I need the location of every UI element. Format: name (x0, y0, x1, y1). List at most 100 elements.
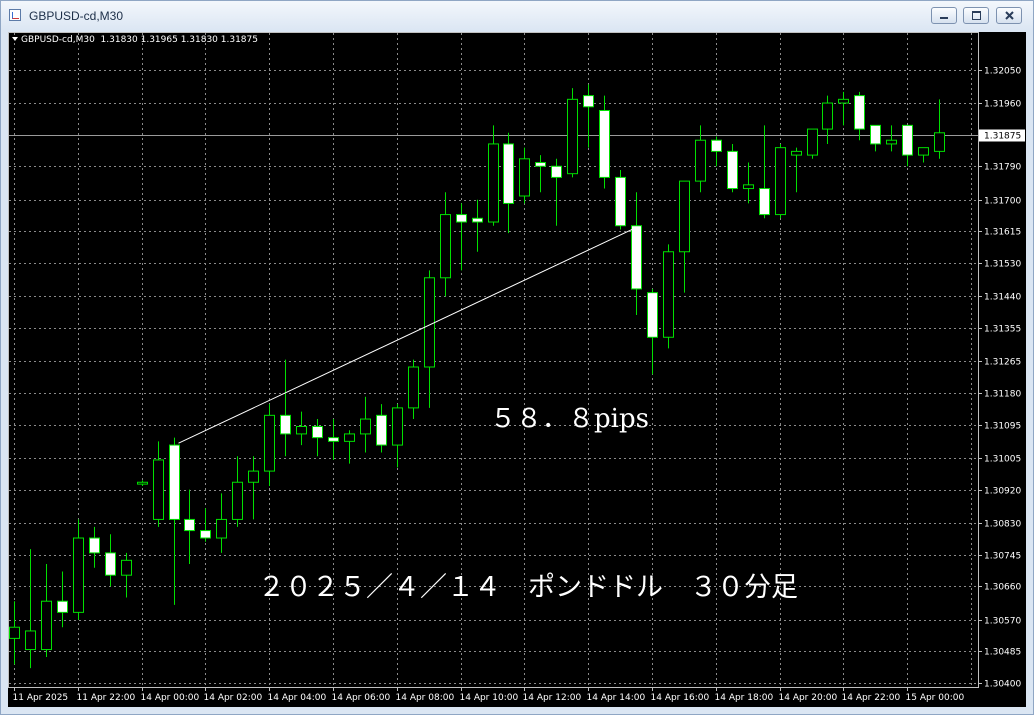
y-tick-label: 1.31700 (984, 197, 1021, 207)
bull-candle (408, 366, 419, 409)
y-tick-label: 1.31960 (984, 100, 1021, 110)
price-chart[interactable]: 1.32050 1.31960 1.31875 1.31790 1.31700 1.316… (8, 32, 1026, 707)
dropdown-triangle-icon[interactable] (12, 37, 18, 41)
bull-candle (41, 600, 52, 651)
bull-candle (663, 251, 674, 338)
bear-candle (456, 214, 467, 223)
bull-candle (807, 128, 818, 156)
y-tick-label: 1.30745 (984, 552, 1021, 562)
y-tick-label: 1.30660 (984, 583, 1021, 593)
bull-candle (216, 518, 227, 539)
x-tick-label: 14 Apr 18:00 (715, 693, 774, 703)
chart-window-icon (9, 9, 21, 21)
symbol-label: GBPUSD-cd,M30 (21, 35, 95, 45)
x-tick-label: 14 Apr 16:00 (651, 693, 710, 703)
bear-candle (647, 292, 658, 338)
mt4-chart-window: GBPUSD-cd,M30 1.32050 1.31960 1.31875 1.317… (0, 0, 1034, 715)
bear-candle (583, 95, 594, 108)
bull-candle (679, 180, 690, 253)
bear-candle (599, 109, 610, 178)
pips-annotation[interactable]: ５８．８pips (490, 398, 649, 435)
window-title: GBPUSD-cd,M30 (29, 9, 124, 23)
symbol-ohlc-header[interactable]: GBPUSD-cd,M30 1.31830 1.31965 1.31830 1.… (12, 35, 258, 45)
y-tick-label: 1.30485 (984, 648, 1021, 658)
bear-candle (870, 124, 881, 145)
current-price-label: 1.31875 (984, 132, 1021, 142)
bull-candle (392, 407, 403, 446)
y-tick-label: 1.32050 (984, 67, 1021, 77)
y-tick-label: 1.31265 (984, 358, 1021, 368)
x-tick-label: 14 Apr 22:00 (842, 693, 901, 703)
bull-candle (232, 481, 243, 520)
bear-candle (312, 425, 323, 439)
bull-candle (886, 139, 897, 145)
bear-candle (535, 162, 546, 167)
bull-candle (153, 459, 164, 520)
bear-candle (472, 217, 483, 223)
x-tick-label: 14 Apr 06:00 (332, 693, 391, 703)
y-tick-label: 1.31615 (984, 228, 1021, 238)
bear-candle (711, 139, 722, 152)
bull-candle (822, 102, 833, 130)
ohlc-values: 1.31830 1.31965 1.31830 1.31875 (100, 35, 258, 45)
bear-candle (503, 143, 514, 204)
x-tick-label: 11 Apr 2025 (13, 693, 69, 703)
bear-candle (184, 518, 195, 532)
bear-candle (631, 225, 642, 290)
bull-candle (344, 433, 355, 442)
bear-candle (727, 150, 738, 190)
bull-candle (488, 143, 499, 223)
y-tick-label: 1.31180 (984, 390, 1021, 400)
x-tick-label: 14 Apr 14:00 (587, 693, 646, 703)
close-button[interactable] (996, 7, 1022, 24)
bull-candle (121, 559, 132, 576)
bull-candle (9, 626, 20, 639)
bull-candle (25, 630, 36, 651)
bull-candle (743, 184, 754, 190)
bull-candle (934, 132, 945, 152)
bull-candle (775, 147, 786, 216)
bull-candle (791, 150, 802, 156)
y-tick-label: 1.31005 (984, 455, 1021, 465)
bull-candle (918, 147, 929, 156)
bull-candle (137, 481, 148, 485)
minimize-button[interactable] (931, 7, 957, 24)
bear-candle (615, 176, 626, 227)
x-tick-label: 14 Apr 02:00 (204, 693, 263, 703)
title-bar[interactable]: GBPUSD-cd,M30 (1, 1, 1033, 31)
candlestick-chart[interactable]: 1.32050 1.31960 1.31875 1.31790 1.31700 1.316… (8, 32, 1026, 707)
bull-candle (296, 425, 307, 435)
close-icon (1005, 11, 1014, 20)
restore-button[interactable] (963, 7, 989, 24)
bear-candle (376, 414, 387, 446)
axes: 1.32050 1.31960 1.31875 1.31790 1.31700 1.316… (13, 67, 1025, 703)
x-tick-label: 14 Apr 00:00 (141, 693, 200, 703)
y-tick-label: 1.31440 (984, 293, 1021, 303)
y-tick-label: 1.31530 (984, 260, 1021, 270)
y-tick-label: 1.30830 (984, 520, 1021, 530)
bear-candle (57, 600, 68, 613)
bear-candle (902, 124, 913, 156)
bull-candle (567, 98, 578, 175)
bear-candle (105, 552, 116, 576)
x-tick-label: 14 Apr 04:00 (268, 693, 327, 703)
bull-candle (248, 470, 259, 483)
bull-candle (360, 418, 371, 435)
bear-candle (759, 188, 770, 216)
x-tick-label: 14 Apr 12:00 (523, 693, 582, 703)
bear-candle (280, 414, 291, 435)
x-tick-label: 15 Apr 00:00 (906, 693, 965, 703)
y-tick-label: 1.30920 (984, 487, 1021, 497)
bull-candle (519, 158, 530, 197)
bull-candle (424, 277, 435, 368)
y-tick-label: 1.31790 (984, 163, 1021, 173)
bull-candle (838, 98, 849, 104)
bull-candle (264, 414, 275, 472)
bear-candle (169, 444, 180, 520)
x-tick-label: 14 Apr 08:00 (396, 693, 455, 703)
x-tick-label: 14 Apr 20:00 (779, 693, 838, 703)
x-tick-label: 11 Apr 22:00 (77, 693, 136, 703)
bull-candle (440, 214, 451, 279)
bull-candle (73, 537, 84, 613)
chart-title-annotation[interactable]: ２０２５／４／１４ ポンドドル ３０分足 (258, 565, 798, 604)
